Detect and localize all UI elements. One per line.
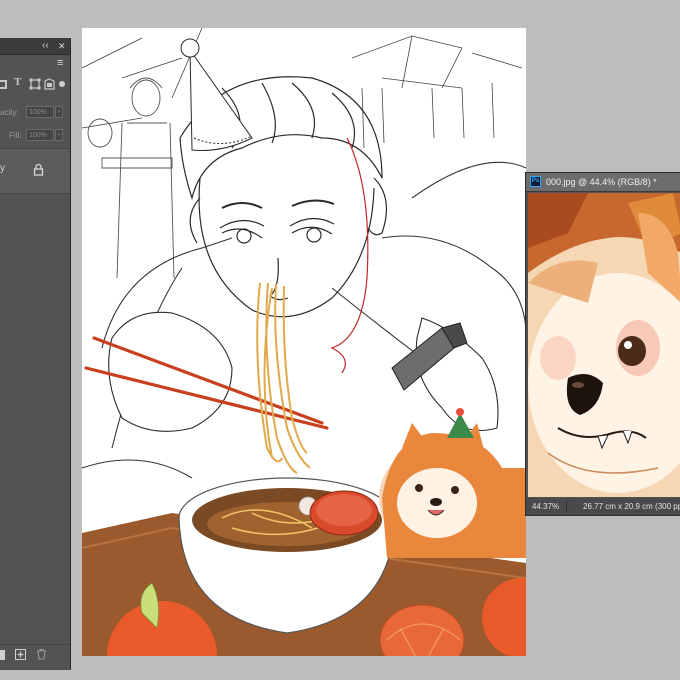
photoshop-app-icon: Ps bbox=[530, 176, 541, 187]
fill-field[interactable]: 100% bbox=[26, 129, 54, 141]
document-status-bar: 44.37% 26.77 cm x 20.9 cm (300 ppi) bbox=[526, 498, 680, 515]
layers-panel-footer bbox=[0, 644, 70, 665]
shiba-closeup-image bbox=[528, 193, 680, 497]
document-preview[interactable] bbox=[528, 193, 680, 497]
filter-toggle-icon[interactable] bbox=[59, 81, 65, 87]
opacity-dropdown[interactable]: › bbox=[55, 106, 63, 118]
pixel-filter-icon[interactable] bbox=[0, 80, 7, 89]
type-filter-icon[interactable]: T bbox=[14, 76, 21, 88]
document-window[interactable]: Ps 000.jpg @ 44.4% (RGB/8) * 44.37% 26.7… bbox=[525, 172, 680, 516]
layer-filter-row: T bbox=[0, 74, 70, 98]
panel-menu-icon[interactable]: ≡ bbox=[57, 56, 63, 70]
new-layer-icon[interactable] bbox=[15, 649, 26, 660]
shape-filter-icon[interactable] bbox=[29, 78, 41, 90]
document-title-bar[interactable]: Ps 000.jpg @ 44.4% (RGB/8) * bbox=[526, 173, 680, 192]
fill-dropdown[interactable]: › bbox=[55, 129, 63, 141]
smart-object-filter-icon[interactable] bbox=[44, 78, 55, 90]
opacity-field[interactable]: 100% bbox=[26, 106, 54, 118]
panel-tab-bar: ‹‹ ✕ bbox=[0, 38, 70, 55]
document-dimensions: 26.77 cm x 20.9 cm (300 ppi) bbox=[583, 502, 680, 511]
lock-icon[interactable] bbox=[33, 163, 44, 176]
layer-row[interactable]: y bbox=[0, 148, 70, 194]
layer-name-label: y bbox=[0, 163, 5, 174]
document-canvas[interactable] bbox=[82, 28, 526, 656]
trash-icon[interactable] bbox=[36, 648, 47, 660]
status-divider bbox=[566, 501, 567, 512]
collapse-panel-icon[interactable]: ‹‹ bbox=[42, 38, 49, 54]
close-panel-icon[interactable]: ✕ bbox=[58, 38, 66, 54]
zoom-level[interactable]: 44.37% bbox=[532, 498, 559, 515]
fill-label: Fill: bbox=[9, 131, 22, 140]
new-group-icon[interactable] bbox=[0, 650, 5, 660]
illustration bbox=[82, 28, 526, 656]
document-title: 000.jpg @ 44.4% (RGB/8) * bbox=[546, 177, 657, 187]
opacity-label: acity: bbox=[0, 108, 19, 117]
